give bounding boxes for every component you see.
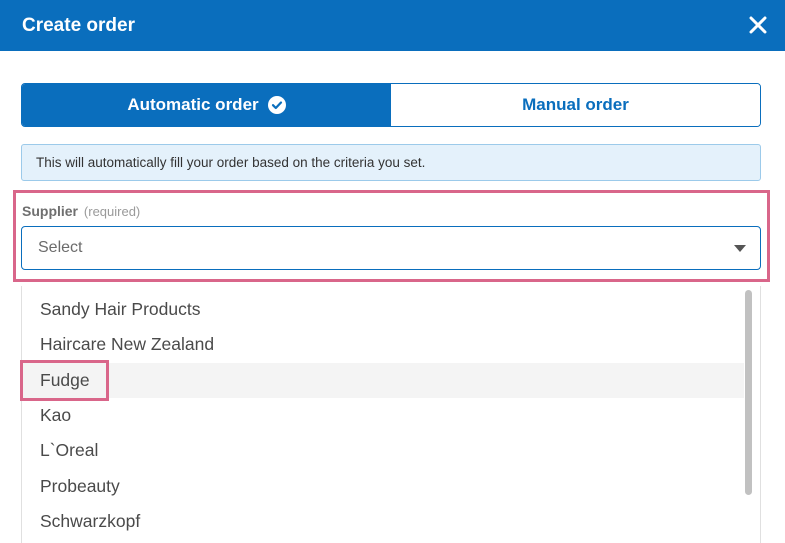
supplier-select[interactable]: Select <box>21 226 761 270</box>
info-message: This will automatically fill your order … <box>21 144 761 181</box>
dialog-title: Create order <box>22 14 135 36</box>
caret-down-icon <box>734 245 746 252</box>
automatic-order-label: Automatic order <box>127 95 259 114</box>
option-label: L`Oreal <box>40 440 99 461</box>
manual-order-tab[interactable]: Manual order <box>391 84 760 126</box>
list-item[interactable]: Kao <box>22 398 744 433</box>
option-label: Haircare New Zealand <box>40 334 215 355</box>
supplier-field-highlight: Supplier (required) Select <box>13 190 770 282</box>
list-item[interactable]: Schwarzkopf <box>22 504 744 539</box>
dialog-header: Create order <box>0 0 785 51</box>
list-item[interactable]: Fudge <box>22 362 744 398</box>
supplier-label-text: Supplier <box>22 203 79 219</box>
info-text: This will automatically fill your order … <box>36 155 426 170</box>
list-item[interactable]: Haircare New Zealand <box>22 327 744 362</box>
supplier-label: Supplier (required) <box>22 203 140 219</box>
close-icon <box>749 16 767 34</box>
option-label: Probeauty <box>40 475 120 496</box>
order-type-toggle: Automatic order Manual order <box>21 83 761 127</box>
supplier-select-value: Select <box>38 239 83 256</box>
dropdown-scrollbar[interactable] <box>745 290 752 495</box>
check-circle-icon <box>267 96 286 114</box>
close-button[interactable] <box>739 6 777 44</box>
list-item[interactable]: Sandy Hair Products <box>22 292 744 327</box>
list-item[interactable]: Probeauty <box>22 468 744 503</box>
supplier-dropdown-list: Sandy Hair Products Haircare New Zealand… <box>21 286 761 543</box>
automatic-order-tab[interactable]: Automatic order <box>22 84 391 126</box>
manual-order-label: Manual order <box>522 95 629 114</box>
option-label: Fudge <box>40 369 90 390</box>
required-note: (required) <box>83 204 141 219</box>
option-label: Schwarzkopf <box>40 510 141 531</box>
list-item[interactable]: L`Oreal <box>22 433 744 468</box>
option-label: Kao <box>40 405 72 426</box>
option-label: Sandy Hair Products <box>40 299 201 320</box>
